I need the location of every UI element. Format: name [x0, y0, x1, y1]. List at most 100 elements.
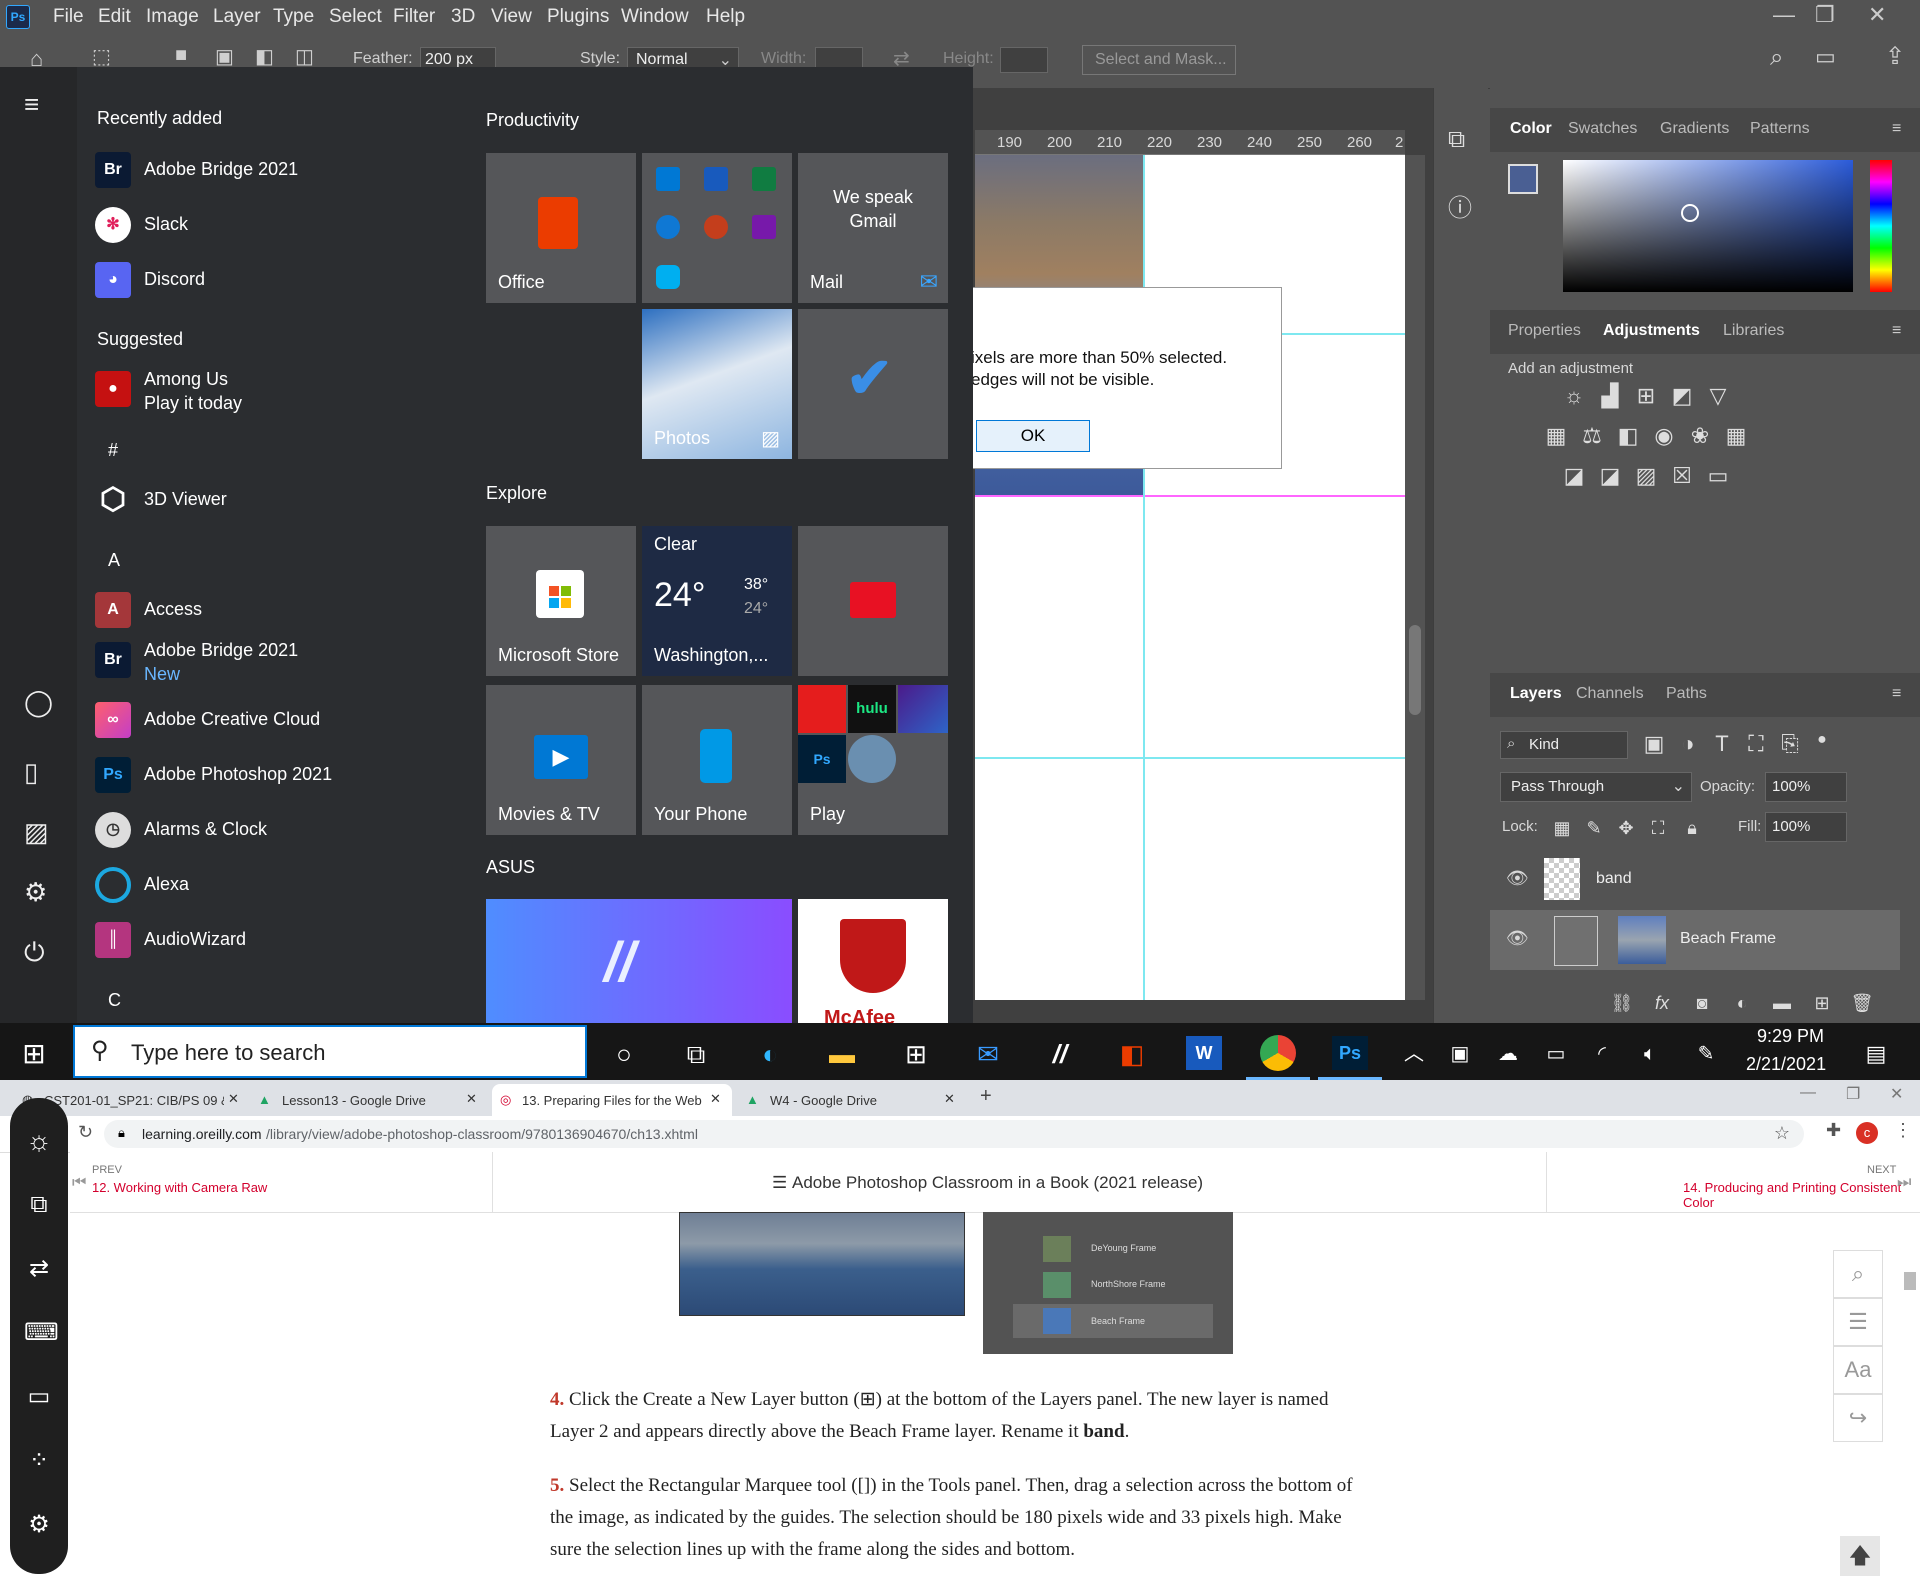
chrome-taskbar-icon[interactable]	[1260, 1035, 1296, 1071]
search-tool-button[interactable]: ⌕	[1833, 1250, 1883, 1298]
clock-time[interactable]: 9:29 PM	[1757, 1026, 1824, 1047]
new-selection-icon[interactable]: ■	[175, 44, 187, 67]
close-icon[interactable]: ✕	[1868, 2, 1886, 28]
photo-filter-icon[interactable]: ◉	[1652, 424, 1676, 448]
levels-icon[interactable]: ▟	[1598, 384, 1622, 408]
menu-3d[interactable]: 3D	[451, 6, 475, 28]
black-white-icon[interactable]: ◧	[1616, 424, 1640, 448]
tile-news[interactable]	[798, 526, 948, 676]
tile-movies-tv[interactable]: ▶ Movies & TV	[486, 685, 636, 835]
tile-mail[interactable]: We speak Gmail Mail ✉	[798, 153, 948, 303]
browser-tab[interactable]: ▲ Lesson13 - Google Drive ✕	[250, 1084, 486, 1116]
search-icon[interactable]: ⌕	[1770, 44, 1783, 72]
file-explorer-icon[interactable]: ▬	[822, 1034, 862, 1074]
menu-help[interactable]: Help	[706, 6, 745, 28]
menu-image[interactable]: Image	[146, 6, 199, 28]
tab-swatches[interactable]: Swatches	[1568, 120, 1637, 138]
power-icon[interactable]: ⏻	[24, 937, 45, 969]
marquee-tool-icon[interactable]: ⬚	[92, 44, 111, 69]
menu-filter[interactable]: Filter	[393, 6, 435, 28]
tile-office[interactable]: Office	[486, 153, 636, 303]
page-scrollbar-thumb[interactable]	[1904, 1272, 1916, 1290]
blend-mode-select[interactable]: Pass Through ⌄	[1500, 772, 1692, 802]
menu-layer[interactable]: Layer	[213, 6, 261, 28]
dialog-ok-button[interactable]: OK	[976, 420, 1090, 452]
opacity-input[interactable]: 100%	[1765, 772, 1847, 802]
wifi-icon[interactable]: ◜	[1582, 1034, 1622, 1074]
tab-properties[interactable]: Properties	[1508, 322, 1581, 340]
screenshot-icon[interactable]: ⧉	[24, 1190, 54, 1220]
pixel-filter-icon[interactable]: ▣	[1642, 732, 1666, 756]
layer-row-beach-frame[interactable]: 👁︎ Beach Frame	[1490, 910, 1900, 970]
info-icon[interactable]: ⓘ	[1448, 188, 1472, 223]
fill-input[interactable]: 100%	[1765, 812, 1847, 842]
invert-icon[interactable]: ◪	[1562, 464, 1586, 488]
panel-menu-icon[interactable]: ≡	[1892, 120, 1901, 138]
chrome-menu-icon[interactable]: ⋮	[1894, 1120, 1912, 1141]
meet-now-icon[interactable]: ▣	[1440, 1034, 1480, 1074]
lock-transparent-icon[interactable]: ▦	[1550, 816, 1574, 840]
bookmark-star-icon[interactable]: ☆	[1774, 1123, 1790, 1144]
menu-select[interactable]: Select	[329, 6, 382, 28]
onedrive-tray-icon[interactable]: ☁	[1488, 1034, 1528, 1074]
next-chapter-link[interactable]: NEXT 14. Producing and Printing Consiste…	[1546, 1152, 1920, 1212]
select-and-mask-button[interactable]: Select and Mask...	[1082, 45, 1236, 75]
tab-layers[interactable]: Layers	[1510, 685, 1562, 703]
share-icon[interactable]: ⇪	[1885, 42, 1905, 71]
cortana-icon[interactable]: ○	[604, 1034, 644, 1074]
font-tool-button[interactable]: Aa	[1833, 1346, 1883, 1394]
layer-row-band[interactable]: 👁︎ band	[1490, 850, 1900, 910]
minimize-icon[interactable]: —	[1773, 2, 1795, 28]
channel-mixer-icon[interactable]: ❀	[1688, 424, 1712, 448]
document-canvas[interactable]	[975, 155, 1405, 1000]
apps-grid-icon[interactable]: ⁘	[24, 1446, 54, 1476]
hue-slider[interactable]	[1870, 160, 1892, 292]
menu-type[interactable]: Type	[273, 6, 314, 28]
restore-icon[interactable]: ❐	[1815, 2, 1835, 28]
office-taskbar-icon[interactable]: ◧	[1112, 1034, 1152, 1074]
user-icon[interactable]: ◯	[24, 687, 53, 718]
book-title-link[interactable]: ☰ Adobe Photoshop Classroom in a Book (2…	[492, 1152, 1546, 1212]
chrome-close-icon[interactable]: ✕	[1890, 1084, 1903, 1104]
clock-date[interactable]: 2/21/2021	[1746, 1054, 1826, 1075]
panel-menu-icon[interactable]: ≡	[1892, 322, 1901, 340]
pictures-icon[interactable]: ▨	[24, 817, 49, 848]
index-c[interactable]: C	[108, 990, 121, 1011]
tab-gradients[interactable]: Gradients	[1660, 120, 1729, 138]
scrollbar-thumb[interactable]	[1409, 625, 1421, 715]
new-layer-icon[interactable]: ⊞	[1810, 991, 1834, 1015]
threshold-icon[interactable]: ▨	[1634, 464, 1658, 488]
link-icon[interactable]: ⛓	[1610, 991, 1634, 1015]
tile-microsoft-store[interactable]: Microsoft Store	[486, 526, 636, 676]
tab-color[interactable]: Color	[1510, 120, 1552, 138]
exposure-icon[interactable]: ◩	[1670, 384, 1694, 408]
taskbar-search-box[interactable]: ⚲ Type here to search	[73, 1025, 587, 1078]
word-taskbar-icon[interactable]: W	[1186, 1036, 1222, 1070]
battery-icon[interactable]: ▭	[1536, 1034, 1576, 1074]
tab-close-icon[interactable]: ✕	[228, 1091, 239, 1107]
lock-position-icon[interactable]: ✥	[1614, 816, 1638, 840]
menu-view[interactable]: View	[491, 6, 532, 28]
menu-plugins[interactable]: Plugins	[547, 6, 609, 28]
tile-myasus[interactable]: //	[486, 899, 792, 1023]
vertical-scrollbar[interactable]	[1405, 155, 1425, 1000]
laptop-icon[interactable]: ▭	[24, 1382, 54, 1412]
eye-icon[interactable]: 👁︎	[1506, 928, 1529, 949]
smart-object-filter-icon[interactable]: ⎘	[1778, 732, 1802, 756]
tile-your-phone[interactable]: Your Phone	[642, 685, 792, 835]
type-filter-icon[interactable]: T	[1710, 732, 1734, 756]
volume-icon[interactable]: 🔈︎	[1630, 1034, 1670, 1074]
add-selection-icon[interactable]: ▣	[215, 44, 234, 69]
vibrance-icon[interactable]: ▽	[1706, 384, 1730, 408]
foreground-color-swatch[interactable]	[1508, 164, 1538, 194]
browser-tab-active[interactable]: ◎ 13. Preparing Files for the Web - ✕	[492, 1084, 732, 1116]
layer-filter-kind[interactable]: ⌕ Kind	[1500, 731, 1628, 759]
selective-color-icon[interactable]: ☒	[1670, 464, 1694, 488]
subtract-selection-icon[interactable]: ◧	[255, 44, 274, 69]
color-picker-cursor[interactable]	[1681, 204, 1699, 222]
chrome-minimize-icon[interactable]: —	[1800, 1084, 1816, 1102]
tile-photos[interactable]: Photos ▨	[642, 309, 792, 459]
edge-icon[interactable]: ◐	[750, 1034, 790, 1074]
tile-weather[interactable]: Clear 24° 38° 24° Washington,...	[642, 526, 792, 676]
tab-patterns[interactable]: Patterns	[1750, 120, 1810, 138]
